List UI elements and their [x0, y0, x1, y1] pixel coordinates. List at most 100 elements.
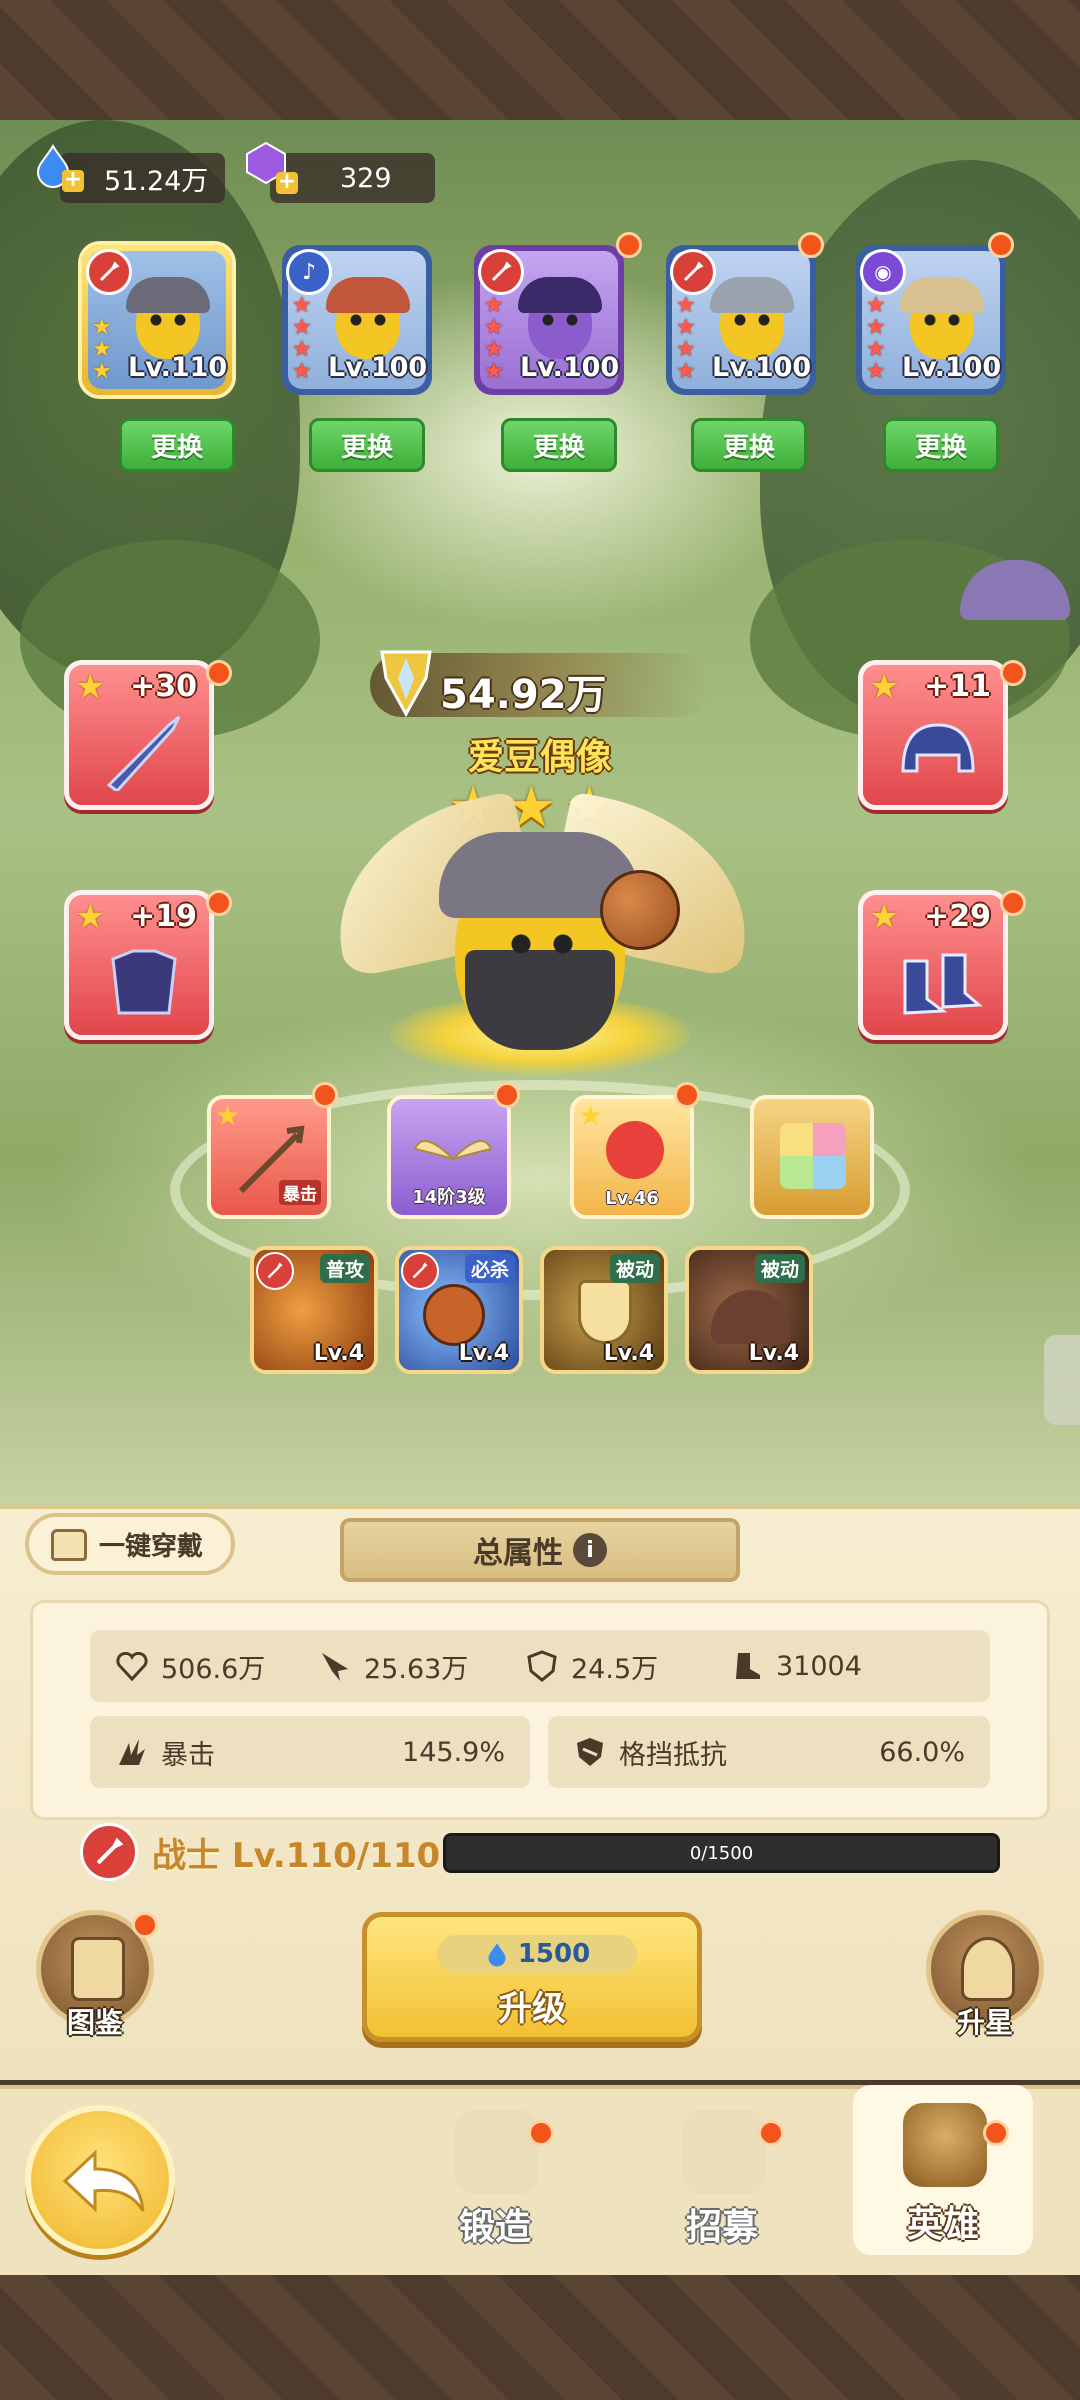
- slot-level: Lv.100: [712, 352, 812, 383]
- skill-pet[interactable]: ★ Lv.46: [570, 1095, 694, 1219]
- notification-dot: [674, 1082, 700, 1108]
- notification-dot: [494, 1082, 520, 1108]
- power-crest-icon: [380, 650, 432, 718]
- boot-speed-icon: [736, 1653, 760, 1679]
- info-icon[interactable]: i: [573, 1533, 607, 1567]
- add-gem-icon[interactable]: +: [276, 171, 298, 194]
- sword-icon: [106, 715, 181, 791]
- skill-crit[interactable]: ★ 暴击: [207, 1095, 331, 1219]
- skill-type: 被动: [609, 1254, 660, 1283]
- hero-figure[interactable]: [439, 832, 639, 1050]
- water-drop-icon: [488, 1943, 506, 1967]
- equip-boots[interactable]: ★ +29: [858, 890, 1008, 1040]
- bottom-frame: [0, 2275, 1080, 2400]
- skill-normal-attack[interactable]: 普攻 Lv.4: [250, 1246, 378, 1374]
- notification-dot: [983, 2120, 1009, 2146]
- pet-level: Lv.46: [605, 1188, 659, 1209]
- crit-label: 暴击: [161, 1739, 215, 1771]
- recruit-ribbon-icon: [682, 2110, 766, 2194]
- team-slot-4[interactable]: ★ ★ ★ ★ Lv.100: [666, 245, 816, 395]
- sword-icon: [401, 1252, 439, 1290]
- block-stat-row: 格挡抵抗 66.0%: [548, 1716, 990, 1788]
- swap-button-3[interactable]: 更换: [501, 418, 617, 472]
- skill-level: Lv.4: [748, 1341, 799, 1366]
- star-up-button[interactable]: 升星: [926, 1910, 1044, 2039]
- team-slot-5[interactable]: ◉ ★ ★ ★ ★ Lv.100: [856, 245, 1006, 395]
- slot-stars: ★ ★ ★ ★: [866, 293, 886, 384]
- equip-helmet[interactable]: ★ +11: [858, 660, 1008, 810]
- heart-icon: [116, 1651, 148, 1682]
- crit-stat-row: 暴击 145.9%: [90, 1716, 530, 1788]
- armor-icon: [111, 949, 177, 1015]
- tab-hero[interactable]: 英雄: [853, 2085, 1033, 2255]
- block-label: 格挡抵抗: [619, 1739, 727, 1771]
- notification-dot: [616, 232, 642, 258]
- hero-helmet-icon: [903, 2103, 987, 2187]
- book-icon: [71, 1937, 125, 2001]
- equip-weapon[interactable]: ★ +30: [64, 660, 214, 810]
- upgrade-button[interactable]: 1500 升级: [362, 1912, 702, 2042]
- swap-button-4[interactable]: 更换: [691, 418, 807, 472]
- tab-recruit[interactable]: 招募: [632, 2110, 812, 2260]
- weapon-enhance: +30: [130, 669, 197, 704]
- helmet-enhance: +11: [924, 669, 991, 704]
- upgrade-label: 升级: [498, 1989, 566, 2029]
- codex-label: 图鉴: [66, 2006, 123, 2039]
- one-key-equip-button[interactable]: 一键穿戴: [25, 1513, 235, 1575]
- attack-icon: [322, 1653, 348, 1681]
- skill-level: Lv.4: [458, 1341, 509, 1366]
- gem-amount: 329: [340, 162, 392, 194]
- swap-button-1[interactable]: 更换: [119, 418, 235, 472]
- exp-progress-bar: 0/1500: [443, 1833, 1000, 1873]
- hp-value: 506.6万: [161, 1653, 266, 1685]
- wings-tier: 14阶3级: [412, 1187, 486, 1208]
- one-key-equip-label: 一键穿戴: [99, 1531, 204, 1562]
- skill-type: 普攻: [319, 1254, 370, 1283]
- exp-text: 0/1500: [689, 1842, 754, 1864]
- notification-dot: [988, 232, 1014, 258]
- tab-forge[interactable]: 锻造: [405, 2110, 585, 2260]
- sword-icon: [478, 249, 524, 295]
- tab-forge-label: 锻造: [458, 2207, 531, 2248]
- helmet-icon: [961, 1937, 1015, 2001]
- water-amount: 51.24万: [104, 165, 209, 197]
- forge-scroll-icon: [455, 2110, 539, 2194]
- defense-value: 24.5万: [571, 1653, 659, 1685]
- upgrade-cost-value: 1500: [517, 1939, 591, 1969]
- helmet-icon: [901, 723, 975, 773]
- equip-armor[interactable]: ★ +19: [64, 890, 214, 1040]
- swap-button-2[interactable]: 更换: [309, 418, 425, 472]
- notification-dot: [312, 1082, 338, 1108]
- team-slot-1[interactable]: ★ ★ ★ Lv.110: [82, 245, 232, 395]
- skill-passive-2[interactable]: 被动 Lv.4: [685, 1246, 813, 1374]
- slot-stars: ★ ★ ★ ★: [484, 293, 504, 384]
- skill-ultimate[interactable]: 必杀 Lv.4: [395, 1246, 523, 1374]
- add-water-icon[interactable]: +: [62, 169, 84, 192]
- skill-level: Lv.4: [603, 1341, 654, 1366]
- crit-value: 145.9%: [402, 1736, 505, 1768]
- slot-stars: ★ ★ ★ ★: [676, 293, 696, 384]
- skill-crit-label: 暴击: [279, 1180, 321, 1205]
- sword-icon: [670, 249, 716, 295]
- skill-cube[interactable]: [750, 1095, 874, 1219]
- skill-level: Lv.4: [313, 1341, 364, 1366]
- back-button[interactable]: [25, 2105, 175, 2255]
- block-shield-icon: [577, 1738, 603, 1766]
- armor-enhance: +19: [130, 899, 197, 934]
- notification-dot: [528, 2120, 554, 2146]
- notification-dot: [1000, 890, 1026, 916]
- total-attributes-header: 总属性 i: [340, 1518, 740, 1582]
- block-value: 66.0%: [879, 1736, 965, 1768]
- notification-dot: [132, 1912, 158, 1938]
- skill-wings[interactable]: 14阶3级: [387, 1095, 511, 1219]
- slot-level: Lv.110: [128, 352, 228, 383]
- back-arrow-icon: [62, 2149, 145, 2213]
- slot-level: Lv.100: [328, 352, 428, 383]
- skill-passive-1[interactable]: 被动 Lv.4: [540, 1246, 668, 1374]
- team-slot-3[interactable]: ★ ★ ★ ★ Lv.100: [474, 245, 624, 395]
- tab-recruit-label: 招募: [685, 2207, 758, 2248]
- water-currency[interactable]: 51.24万: [60, 153, 225, 203]
- swap-button-5[interactable]: 更换: [883, 418, 999, 472]
- class-level-line: 战士 Lv.110/110: [80, 1822, 440, 1882]
- team-slot-2[interactable]: ♪ ★ ★ ★ ★ Lv.100: [282, 245, 432, 395]
